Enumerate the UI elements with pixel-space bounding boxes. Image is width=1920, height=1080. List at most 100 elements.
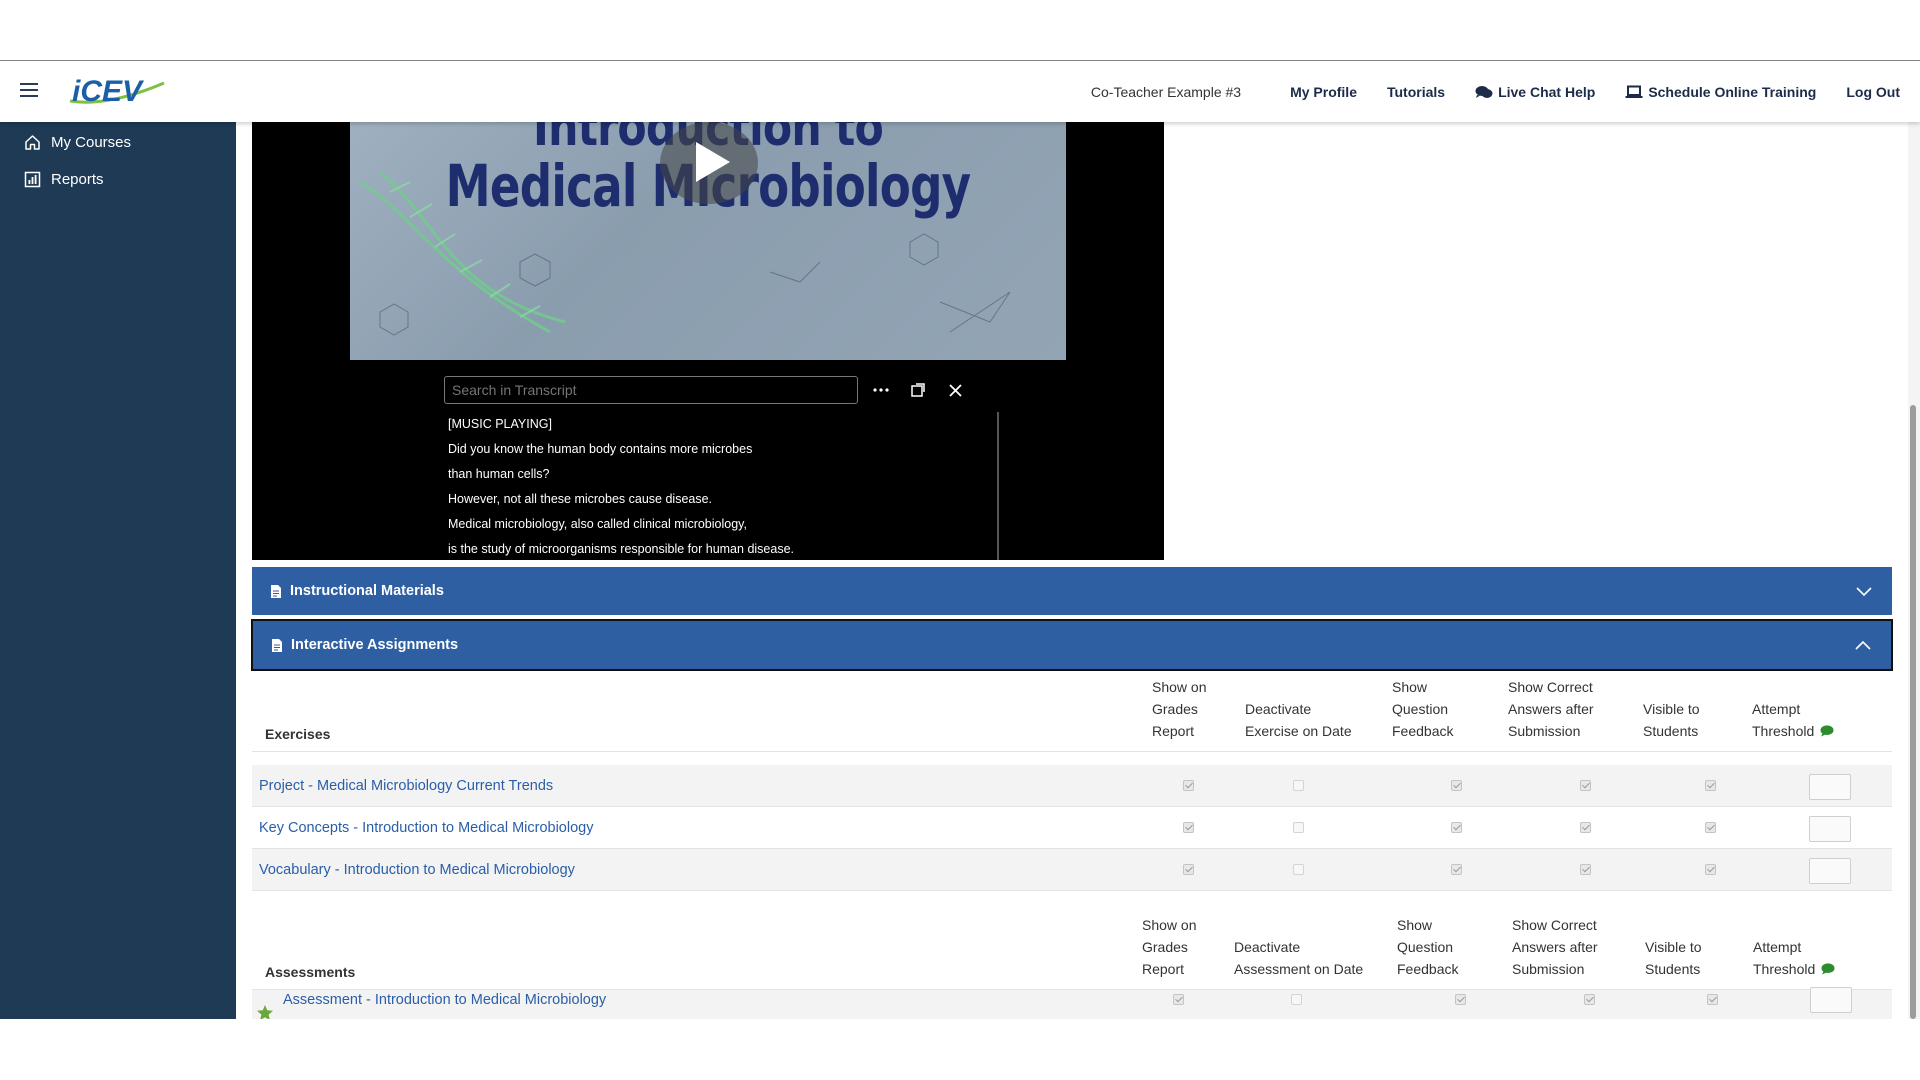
assessment-link[interactable]: Assessment - Introduction to Medical Mic… <box>283 979 606 1019</box>
chevron-down-icon <box>1856 587 1872 597</box>
deactivate-checkbox[interactable] <box>1293 864 1304 875</box>
chevron-up-icon <box>1855 640 1871 650</box>
more-options-icon[interactable] <box>869 378 893 402</box>
play-button[interactable] <box>660 122 758 204</box>
sidebar-item-label: My Courses <box>51 134 132 151</box>
interactive-assignments-panel[interactable]: Interactive Assignments <box>251 619 1893 671</box>
log-out-label: Log Out <box>1846 83 1900 100</box>
column-show-on-grades-report: Show on Grades Report <box>1142 917 1197 977</box>
visible-to-students-checkbox[interactable] <box>1705 864 1716 875</box>
column-visible-to-students: Visible to Students <box>1645 939 1702 977</box>
show-on-grades-checkbox[interactable] <box>1173 994 1184 1005</box>
attempt-threshold-input[interactable] <box>1809 858 1851 884</box>
main-content: Introduction to Medical Microbiology [MU… <box>236 122 1920 1019</box>
tutorials-label: Tutorials <box>1386 83 1446 100</box>
visible-to-students-checkbox[interactable] <box>1707 994 1718 1005</box>
comment-icon[interactable] <box>1821 963 1835 975</box>
home-icon <box>25 135 40 150</box>
hamburger-menu-icon[interactable] <box>20 83 38 97</box>
close-transcript-icon[interactable] <box>943 378 967 402</box>
table-row: Vocabulary - Introduction to Medical Mic… <box>252 849 1892 891</box>
video-player[interactable]: Introduction to Medical Microbiology [MU… <box>252 122 1164 560</box>
column-attempt-threshold-label: Attempt Threshold <box>1753 939 1816 977</box>
show-on-grades-checkbox[interactable] <box>1183 780 1194 791</box>
attempt-threshold-input[interactable] <box>1810 987 1852 1013</box>
panel-title: Instructional Materials <box>290 583 444 599</box>
deactivate-checkbox[interactable] <box>1293 780 1304 791</box>
column-deactivate-assessment: Deactivate Assessment on Date <box>1234 939 1364 977</box>
current-user-name: Co-Teacher Example #3 <box>1090 83 1242 100</box>
log-out-link[interactable]: Log Out <box>1846 84 1900 100</box>
deactivate-checkbox[interactable] <box>1293 822 1304 833</box>
my-profile-label: My Profile <box>1290 83 1357 100</box>
transcript-line[interactable]: However, not all these microbes cause di… <box>448 487 878 512</box>
table-row: Assessment - Introduction to Medical Mic… <box>252 987 1892 1019</box>
star-icon <box>257 1005 273 1019</box>
transcript-line[interactable]: Did you know the human body contains mor… <box>448 437 878 462</box>
exercises-table-header: Exercises Show on Grades Report Deactiva… <box>252 674 1892 752</box>
sidebar-item-reports[interactable]: Reports <box>24 171 104 188</box>
page-scrollbar-thumb[interactable] <box>1910 405 1916 1019</box>
show-correct-answers-checkbox[interactable] <box>1580 780 1591 791</box>
transcript-scrollbar[interactable] <box>997 412 999 560</box>
document-icon <box>272 638 282 652</box>
visible-to-students-checkbox[interactable] <box>1705 822 1716 833</box>
live-chat-help-link[interactable]: Live Chat Help <box>1475 84 1595 100</box>
my-profile-link[interactable]: My Profile <box>1290 84 1357 100</box>
live-chat-label: Live Chat Help <box>1498 83 1596 100</box>
column-attempt-threshold-label: Attempt Threshold <box>1752 701 1815 739</box>
exercises-title: Exercises <box>265 726 331 742</box>
attempt-threshold-input[interactable] <box>1809 816 1851 842</box>
transcript-search-input[interactable] <box>444 376 858 404</box>
show-on-grades-checkbox[interactable] <box>1183 822 1194 833</box>
exercise-link[interactable]: Project - Medical Microbiology Current T… <box>259 765 553 807</box>
exercise-link[interactable]: Key Concepts - Introduction to Medical M… <box>259 807 593 849</box>
transcript-line[interactable]: than human cells? <box>448 462 878 487</box>
panel-title: Interactive Assignments <box>291 637 459 653</box>
transcript-lines: [MUSIC PLAYING] Did you know the human b… <box>448 412 878 562</box>
show-on-grades-checkbox[interactable] <box>1183 864 1194 875</box>
transcript-line[interactable]: Medical microbiology, also called clinic… <box>448 512 878 537</box>
show-correct-answers-checkbox[interactable] <box>1580 822 1591 833</box>
exercise-link[interactable]: Vocabulary - Introduction to Medical Mic… <box>259 849 575 891</box>
column-show-correct-answers: Show Correct Answers after Submission <box>1512 917 1598 977</box>
top-nav: Co-Teacher Example #3 My Profile Tutoria… <box>1091 61 1900 122</box>
app-root: iCEV Co-Teacher Example #3 My Profile Tu… <box>0 0 1920 1080</box>
sidebar-item-my-courses[interactable]: My Courses <box>24 134 131 151</box>
show-feedback-checkbox[interactable] <box>1451 780 1462 791</box>
chat-bubbles-icon <box>1475 85 1493 98</box>
popout-icon[interactable] <box>906 378 930 402</box>
column-show-on-grades-report: Show on Grades Report <box>1152 679 1207 739</box>
schedule-training-label: Schedule Online Training <box>1648 83 1817 100</box>
chart-icon <box>24 171 41 188</box>
show-correct-answers-checkbox[interactable] <box>1584 994 1595 1005</box>
transcript-line[interactable]: is the study of microorganisms responsib… <box>448 537 878 562</box>
column-attempt-threshold: Attempt Threshold <box>1752 698 1852 742</box>
document-icon <box>271 584 281 598</box>
laptop-icon <box>1625 85 1643 98</box>
column-attempt-threshold: Attempt Threshold <box>1753 936 1853 980</box>
column-deactivate-exercise: Deactivate Exercise on Date <box>1245 701 1352 739</box>
visible-to-students-checkbox[interactable] <box>1705 780 1716 791</box>
top-header: iCEV Co-Teacher Example #3 My Profile Tu… <box>0 61 1920 122</box>
transcript-line[interactable]: [MUSIC PLAYING] <box>448 412 878 437</box>
attempt-threshold-input[interactable] <box>1809 774 1851 800</box>
show-feedback-checkbox[interactable] <box>1451 822 1462 833</box>
icev-logo[interactable]: iCEV <box>68 71 168 113</box>
show-feedback-checkbox[interactable] <box>1455 994 1466 1005</box>
sidebar-item-label: Reports <box>51 171 104 188</box>
deactivate-checkbox[interactable] <box>1291 994 1302 1005</box>
column-visible-to-students: Visible to Students <box>1643 701 1700 739</box>
table-row: Key Concepts - Introduction to Medical M… <box>252 807 1892 849</box>
show-feedback-checkbox[interactable] <box>1451 864 1462 875</box>
assessments-title: Assessments <box>265 964 356 980</box>
table-row: Project - Medical Microbiology Current T… <box>252 765 1892 807</box>
instructional-materials-panel[interactable]: Instructional Materials <box>252 567 1892 615</box>
column-show-correct-answers: Show Correct Answers after Submission <box>1508 679 1594 739</box>
svg-text:iCEV: iCEV <box>72 75 145 108</box>
play-icon <box>696 142 730 182</box>
tutorials-link[interactable]: Tutorials <box>1387 84 1445 100</box>
schedule-training-link[interactable]: Schedule Online Training <box>1625 84 1816 100</box>
comment-icon[interactable] <box>1820 725 1834 737</box>
show-correct-answers-checkbox[interactable] <box>1580 864 1591 875</box>
